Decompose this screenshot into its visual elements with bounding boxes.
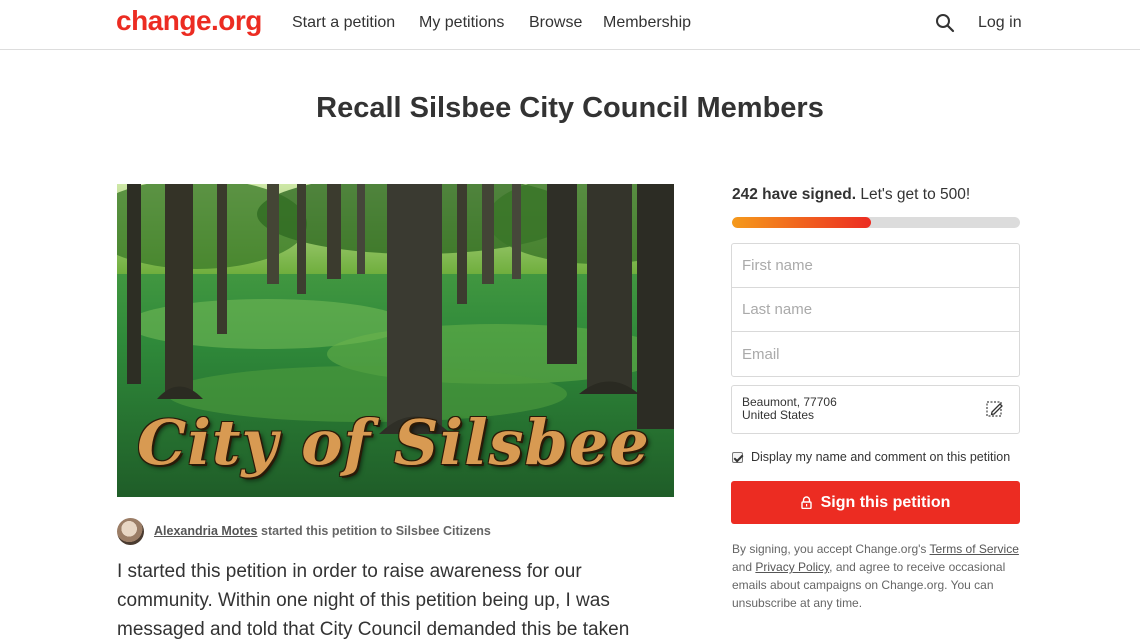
last-name-field[interactable] [732, 288, 1019, 332]
location-country: United States [742, 408, 815, 422]
avatar[interactable] [117, 517, 144, 545]
nav-start-petition[interactable]: Start a petition [292, 14, 395, 32]
signature-count: 242 have signed. Let's get to 500! [732, 186, 970, 204]
legal-notice: By signing, you accept Change.org's Term… [732, 540, 1032, 612]
search-icon[interactable] [935, 13, 955, 33]
location-box: Beaumont, 77706 United States [731, 385, 1020, 434]
author-line: Alexandria Motes started this petition t… [154, 524, 491, 538]
sign-button-label: Sign this petition [820, 493, 951, 511]
edit-location-icon[interactable] [985, 399, 1005, 419]
petition-image: City of Silsbee [117, 184, 674, 497]
author-row: Alexandria Motes started this petition t… [117, 517, 491, 545]
goal-text: Let's get to 500! [856, 186, 971, 203]
sign-form [731, 243, 1020, 377]
display-name-option[interactable]: Display my name and comment on this peti… [732, 450, 1010, 464]
petition-title: Recall Silsbee City Council Members [316, 92, 824, 124]
legal-text-2: and [732, 560, 756, 574]
terms-of-service-link[interactable]: Terms of Service [930, 542, 1019, 556]
email-field[interactable] [732, 332, 1019, 376]
author-suffix: started this petition to Silsbee Citizen… [257, 524, 491, 538]
lock-icon [800, 496, 812, 510]
signed-count-text: 242 have signed. [732, 186, 857, 203]
author-name-link[interactable]: Alexandria Motes [154, 524, 258, 538]
legal-text-1: By signing, you accept Change.org's [732, 542, 930, 556]
nav-membership[interactable]: Membership [603, 14, 691, 32]
login-link[interactable]: Log in [978, 14, 1022, 32]
privacy-policy-link[interactable]: Privacy Policy [755, 560, 829, 574]
petition-body: I started this petition in order to rais… [117, 561, 630, 640]
signature-progress-bar [732, 217, 1020, 228]
nav-my-petitions[interactable]: My petitions [419, 14, 504, 32]
progress-fill [732, 217, 872, 228]
display-name-label: Display my name and comment on this peti… [751, 450, 1011, 464]
image-caption: City of Silsbee [137, 406, 650, 479]
sign-petition-button[interactable]: Sign this petition [731, 481, 1020, 524]
change-org-logo[interactable]: change.org [116, 5, 262, 37]
display-name-checkbox[interactable] [732, 451, 743, 463]
nav-browse[interactable]: Browse [529, 14, 582, 32]
site-header: change.org Start a petition My petitions… [0, 0, 1140, 50]
first-name-field[interactable] [732, 244, 1019, 288]
